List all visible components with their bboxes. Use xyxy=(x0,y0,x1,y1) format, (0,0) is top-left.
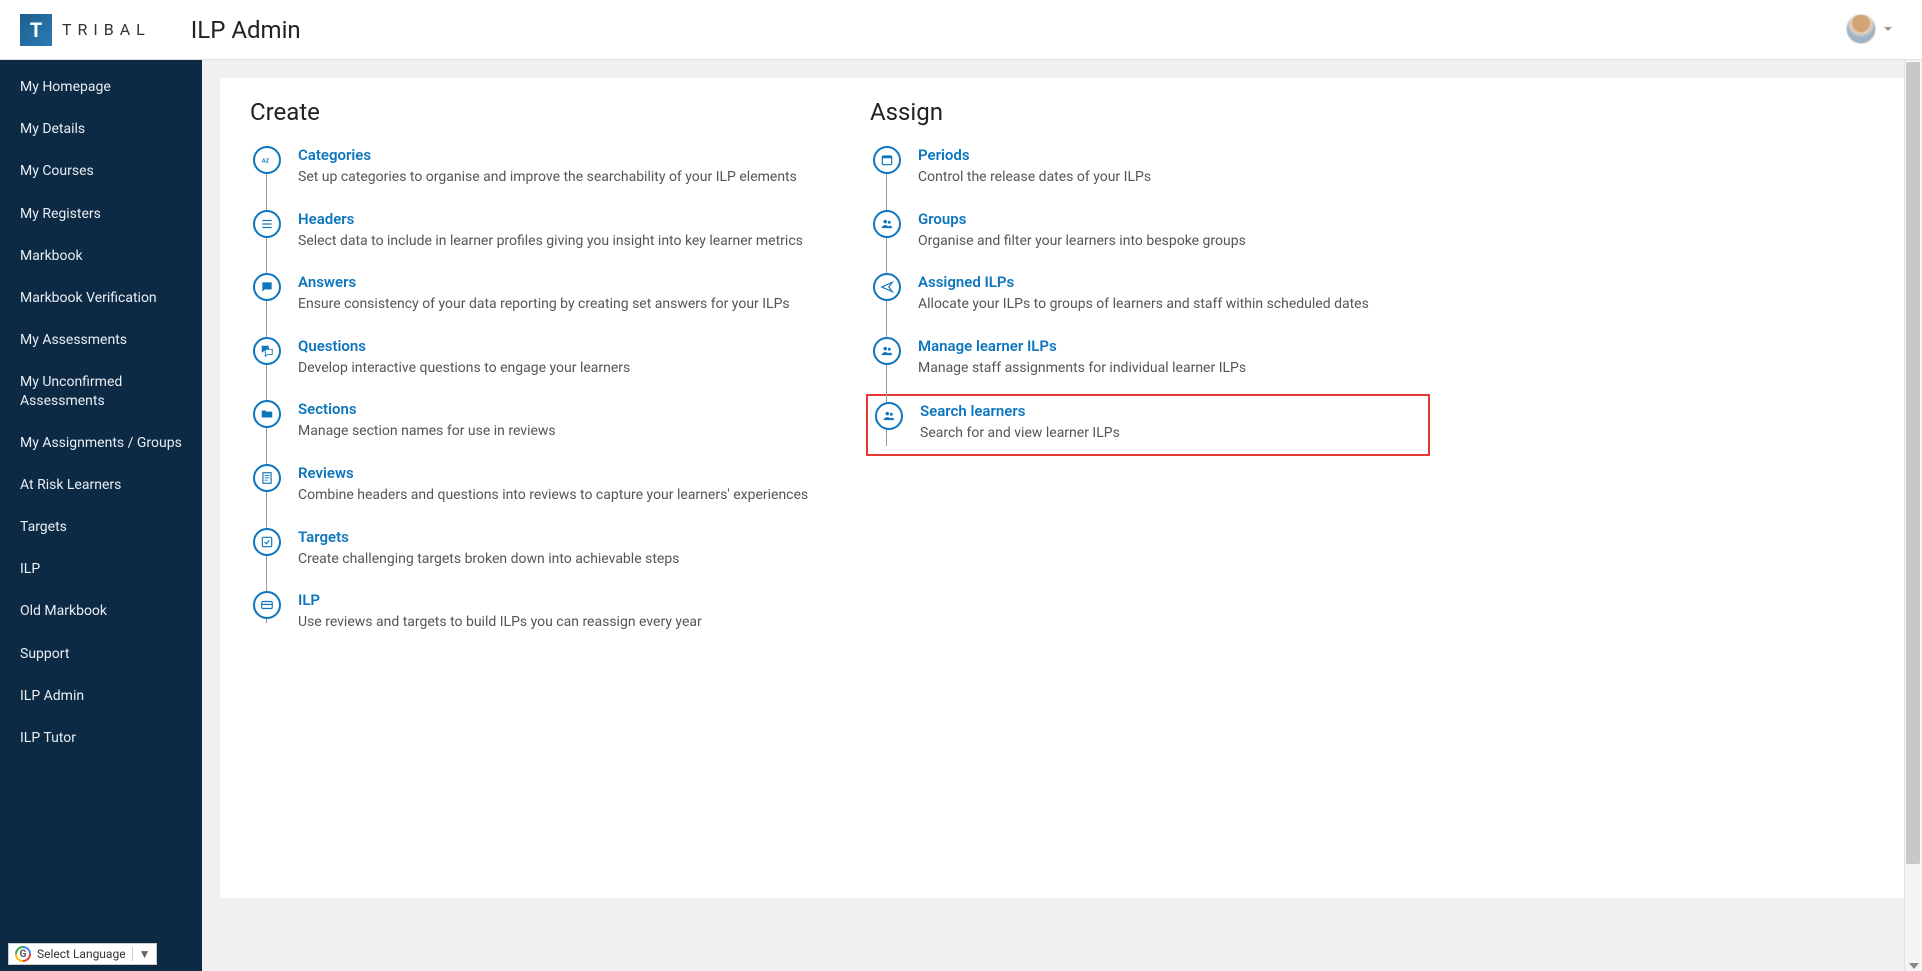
sidebar-item-ilp-admin[interactable]: ILP Admin xyxy=(0,675,202,717)
assign-column: Assign Periods Control the release dates… xyxy=(870,98,1430,858)
main-content: Create AZ Categories Set up categories t… xyxy=(202,60,1922,971)
create-item-headers[interactable]: Headers Select data to include in learne… xyxy=(266,210,810,252)
logo-text: TRIBAL xyxy=(62,20,151,39)
sidebar-item-markbook-verification[interactable]: Markbook Verification xyxy=(0,277,202,319)
qa-icon xyxy=(253,337,281,365)
item-desc: Allocate your ILPs to groups of learners… xyxy=(918,295,1430,315)
item-title: Periods xyxy=(918,146,1430,164)
assign-item-assigned-ilps[interactable]: Assigned ILPs Allocate your ILPs to grou… xyxy=(886,273,1430,315)
create-item-questions[interactable]: Questions Develop interactive questions … xyxy=(266,337,810,379)
item-title: Manage learner ILPs xyxy=(918,337,1430,355)
logo[interactable]: T TRIBAL xyxy=(20,14,151,46)
svg-text:AZ: AZ xyxy=(262,158,270,164)
sidebar: My Homepage My Details My Courses My Reg… xyxy=(0,60,202,971)
item-desc: Use reviews and targets to build ILPs yo… xyxy=(298,613,810,633)
create-title: Create xyxy=(250,98,810,126)
create-item-targets[interactable]: Targets Create challenging targets broke… xyxy=(266,528,810,570)
assign-item-groups[interactable]: Groups Organise and filter your learners… xyxy=(886,210,1430,252)
sidebar-item-targets[interactable]: Targets xyxy=(0,506,202,548)
create-item-reviews[interactable]: Reviews Combine headers and questions in… xyxy=(266,464,810,506)
google-translate-icon xyxy=(15,946,31,962)
assign-timeline: Periods Control the release dates of you… xyxy=(870,146,1430,456)
scrollbar[interactable] xyxy=(1904,60,1922,971)
item-title: Answers xyxy=(298,273,810,291)
folder-icon xyxy=(253,400,281,428)
chevron-down-icon xyxy=(1884,27,1892,31)
sidebar-item-my-assessments[interactable]: My Assessments xyxy=(0,319,202,361)
sidebar-item-my-assignments-groups[interactable]: My Assignments / Groups xyxy=(0,422,202,464)
sidebar-item-my-details[interactable]: My Details xyxy=(0,108,202,150)
chevron-down-icon[interactable] xyxy=(1909,963,1919,969)
topbar: T TRIBAL ILP Admin xyxy=(0,0,1922,60)
list-icon xyxy=(253,210,281,238)
item-title: Groups xyxy=(918,210,1430,228)
az-icon: AZ xyxy=(253,146,281,174)
item-title: Headers xyxy=(298,210,810,228)
sidebar-item-my-unconfirmed-assessments[interactable]: My Unconfirmed Assessments xyxy=(0,361,202,421)
content-card: Create AZ Categories Set up categories t… xyxy=(220,78,1904,898)
item-desc: Select data to include in learner profil… xyxy=(298,232,810,252)
assign-item-periods[interactable]: Periods Control the release dates of you… xyxy=(886,146,1430,188)
item-title: Search learners xyxy=(920,402,1418,420)
sidebar-item-support[interactable]: Support xyxy=(0,633,202,675)
item-title: ILP xyxy=(298,591,810,609)
sidebar-item-ilp-tutor[interactable]: ILP Tutor xyxy=(0,717,202,759)
avatar-icon xyxy=(1846,14,1876,44)
assign-item-manage-learner-ilps[interactable]: Manage learner ILPs Manage staff assignm… xyxy=(886,337,1430,379)
sidebar-item-old-markbook[interactable]: Old Markbook xyxy=(0,590,202,632)
item-desc: Control the release dates of your ILPs xyxy=(918,168,1430,188)
people-icon xyxy=(875,402,903,430)
logo-square-icon: T xyxy=(20,14,52,46)
language-selector[interactable]: Select Language ▼ xyxy=(8,943,157,965)
send-icon xyxy=(873,273,901,301)
item-desc: Manage staff assignments for individual … xyxy=(918,359,1430,379)
sidebar-item-my-homepage[interactable]: My Homepage xyxy=(0,66,202,108)
language-label: Select Language xyxy=(37,947,126,961)
create-item-categories[interactable]: AZ Categories Set up categories to organ… xyxy=(266,146,810,188)
item-title: Categories xyxy=(298,146,810,164)
create-item-ilp[interactable]: ILP Use reviews and targets to build ILP… xyxy=(266,591,810,633)
page-title: ILP Admin xyxy=(191,16,301,44)
item-title: Assigned ILPs xyxy=(918,273,1430,291)
item-desc: Create challenging targets broken down i… xyxy=(298,550,810,570)
item-desc: Organise and filter your learners into b… xyxy=(918,232,1430,252)
calendar-icon xyxy=(873,146,901,174)
create-column: Create AZ Categories Set up categories t… xyxy=(250,98,810,858)
people-icon xyxy=(873,210,901,238)
item-desc: Manage section names for use in reviews xyxy=(298,422,810,442)
item-title: Questions xyxy=(298,337,810,355)
chat-icon xyxy=(253,273,281,301)
item-title: Reviews xyxy=(298,464,810,482)
item-desc: Set up categories to organise and improv… xyxy=(298,168,810,188)
check-icon xyxy=(253,528,281,556)
item-desc: Develop interactive questions to engage … xyxy=(298,359,810,379)
create-item-sections[interactable]: Sections Manage section names for use in… xyxy=(266,400,810,442)
card-icon xyxy=(253,591,281,619)
item-desc: Ensure consistency of your data reportin… xyxy=(298,295,810,315)
item-desc: Combine headers and questions into revie… xyxy=(298,486,810,506)
sidebar-item-markbook[interactable]: Markbook xyxy=(0,235,202,277)
create-item-answers[interactable]: Answers Ensure consistency of your data … xyxy=(266,273,810,315)
item-desc: Search for and view learner ILPs xyxy=(920,424,1418,444)
sidebar-item-my-registers[interactable]: My Registers xyxy=(0,193,202,235)
assign-item-search-learners[interactable]: Search learners Search for and view lear… xyxy=(874,402,1418,444)
item-title: Sections xyxy=(298,400,810,418)
scrollbar-thumb[interactable] xyxy=(1906,62,1920,864)
people-icon xyxy=(873,337,901,365)
sidebar-item-ilp[interactable]: ILP xyxy=(0,548,202,590)
highlight-box: Search learners Search for and view lear… xyxy=(866,394,1430,456)
item-title: Targets xyxy=(298,528,810,546)
doc-icon xyxy=(253,464,281,492)
create-timeline: AZ Categories Set up categories to organ… xyxy=(250,146,810,633)
chevron-down-icon: ▼ xyxy=(132,947,151,961)
body: My Homepage My Details My Courses My Reg… xyxy=(0,60,1922,971)
sidebar-item-at-risk-learners[interactable]: At Risk Learners xyxy=(0,464,202,506)
user-menu[interactable] xyxy=(1846,14,1892,44)
sidebar-item-my-courses[interactable]: My Courses xyxy=(0,150,202,192)
assign-title: Assign xyxy=(870,98,1430,126)
